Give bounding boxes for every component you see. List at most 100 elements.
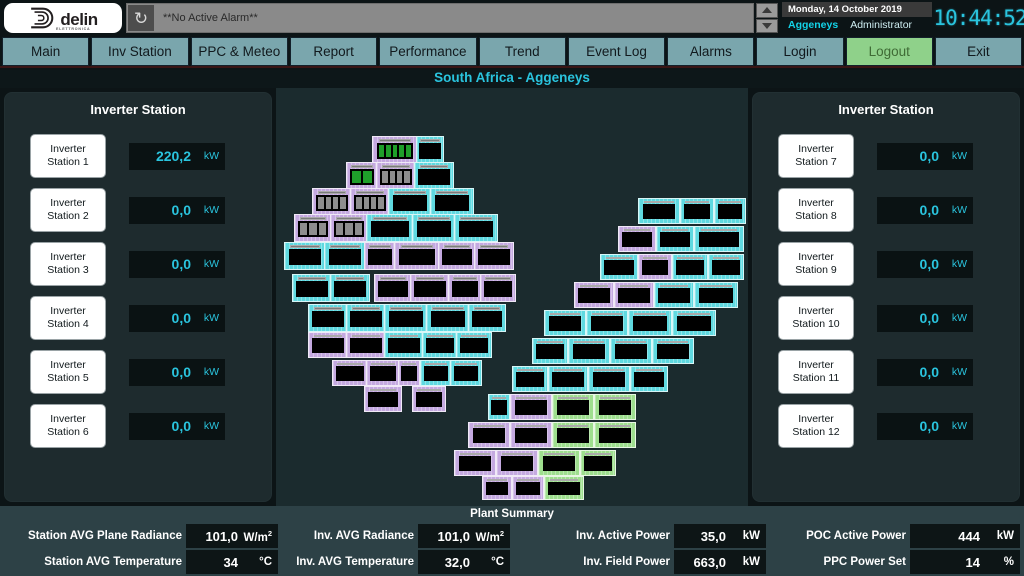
pv-array-block[interactable] [568,338,610,364]
alarm-scroll-controls[interactable] [756,3,778,33]
pv-array-block[interactable] [374,274,412,302]
tab-trend[interactable]: Trend [478,37,566,66]
pv-array-block[interactable] [480,274,516,302]
pv-array-block[interactable] [454,450,496,476]
pv-array-block[interactable] [680,198,714,224]
pv-array-block[interactable] [552,422,594,448]
pv-array-block[interactable] [544,476,584,500]
pv-array-block[interactable] [416,136,444,164]
tab-alarms[interactable]: Alarms [667,37,755,66]
pv-array-block[interactable] [594,422,636,448]
pv-array-block[interactable] [450,360,482,386]
pv-array-block[interactable] [672,254,708,280]
pv-array-block[interactable] [312,188,352,216]
pv-array-block[interactable] [346,332,386,358]
pv-array-block[interactable] [468,422,510,448]
pv-array-block[interactable] [510,394,552,420]
pv-array-block[interactable] [628,310,672,336]
pv-array-block[interactable] [308,332,348,358]
pv-array-block[interactable] [538,450,580,476]
pv-array-block[interactable] [324,242,366,270]
chevron-down-icon[interactable] [756,18,778,33]
station-button-station-1[interactable]: Inverter Station 1 [30,134,106,178]
pv-array-block[interactable] [388,188,432,216]
pv-array-block[interactable] [410,274,450,302]
pv-array-block[interactable] [654,282,694,308]
pv-array-block[interactable] [366,360,400,386]
station-button-station-2[interactable]: Inverter Station 2 [30,188,106,232]
pv-array-block[interactable] [618,226,656,252]
pv-array-block[interactable] [552,394,594,420]
pv-array-block[interactable] [512,366,548,392]
station-button-station-4[interactable]: Inverter Station 4 [30,296,106,340]
pv-array-block[interactable] [694,226,744,252]
pv-array-block[interactable] [412,214,456,242]
chevron-up-icon[interactable] [756,3,778,18]
pv-array-block[interactable] [594,394,636,420]
pv-array-block[interactable] [448,274,482,302]
tab-ppc-meteo[interactable]: PPC & Meteo [190,37,289,66]
pv-array-block[interactable] [638,198,680,224]
pv-array-block[interactable] [474,242,514,270]
pv-array-block[interactable] [294,214,332,242]
pv-array-block[interactable] [580,450,616,476]
station-button-station-9[interactable]: Inverter Station 9 [778,242,854,286]
pv-array-block[interactable] [672,310,716,336]
pv-array-block[interactable] [488,394,510,420]
pv-array-block[interactable] [414,162,454,190]
pv-array-block[interactable] [346,162,378,190]
pv-array-block[interactable] [346,304,386,332]
pv-array-block[interactable] [610,338,652,364]
pv-array-block[interactable] [366,214,414,242]
pv-array-block[interactable] [394,242,440,270]
pv-array-block[interactable] [544,310,586,336]
pv-array-block[interactable] [694,282,738,308]
pv-array-block[interactable] [456,332,492,358]
pv-array-block[interactable] [512,476,544,500]
pv-array-block[interactable] [656,226,694,252]
pv-array-block[interactable] [714,198,746,224]
pv-array-block[interactable] [548,366,588,392]
pv-array-block[interactable] [600,254,638,280]
pv-array-block[interactable] [330,274,370,302]
pv-array-block[interactable] [350,188,390,216]
station-button-station-8[interactable]: Inverter Station 8 [778,188,854,232]
pv-array-block[interactable] [422,332,458,358]
tab-logout[interactable]: Logout [845,37,933,66]
tab-login[interactable]: Login [756,37,844,66]
pv-array-block[interactable] [630,366,668,392]
station-button-station-10[interactable]: Inverter Station 10 [778,296,854,340]
pv-array-block[interactable] [384,304,428,332]
tab-report[interactable]: Report [290,37,378,66]
pv-array-block[interactable] [482,476,512,500]
pv-array-block[interactable] [588,366,630,392]
pv-array-block[interactable] [638,254,672,280]
pv-array-block[interactable] [364,386,402,412]
pv-array-block[interactable] [412,386,446,412]
tab-main[interactable]: Main [2,37,90,66]
plant-layout-map[interactable] [276,88,748,506]
pv-array-block[interactable] [574,282,614,308]
pv-array-block[interactable] [430,188,474,216]
pv-array-block[interactable] [426,304,470,332]
pv-array-block[interactable] [332,360,368,386]
pv-array-block[interactable] [532,338,568,364]
pv-array-block[interactable] [308,304,348,332]
tab-event-log[interactable]: Event Log [567,37,666,66]
pv-array-block[interactable] [708,254,744,280]
pv-array-block[interactable] [420,360,452,386]
pv-array-block[interactable] [496,450,538,476]
pv-array-block[interactable] [292,274,332,302]
tab-inv-station[interactable]: Inv Station [91,37,189,66]
pv-array-block[interactable] [454,214,498,242]
pv-array-block[interactable] [398,360,420,386]
alarm-banner[interactable]: ↻ **No Active Alarm** [126,3,754,33]
station-button-station-12[interactable]: Inverter Station 12 [778,404,854,448]
station-button-station-11[interactable]: Inverter Station 11 [778,350,854,394]
pv-array-block[interactable] [364,242,396,270]
pv-array-block[interactable] [284,242,326,270]
tab-exit[interactable]: Exit [934,37,1022,66]
pv-array-block[interactable] [438,242,476,270]
refresh-icon[interactable]: ↻ [128,5,154,31]
station-button-station-6[interactable]: Inverter Station 6 [30,404,106,448]
